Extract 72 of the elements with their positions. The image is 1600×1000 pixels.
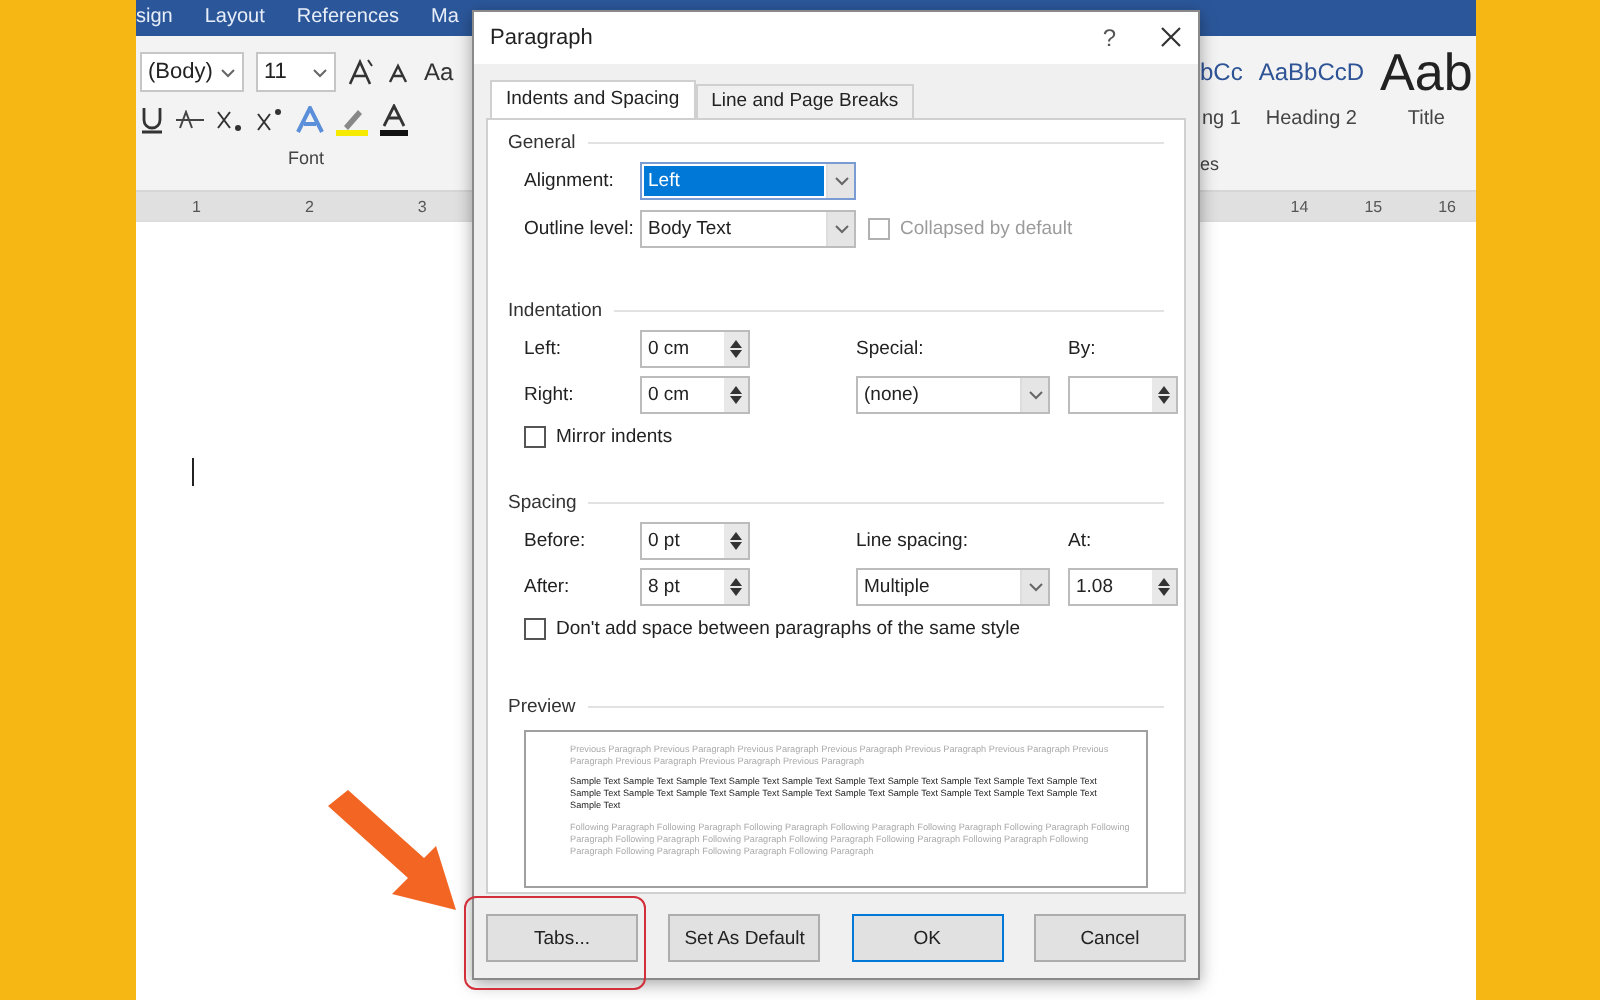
field-label: By: xyxy=(1068,337,1098,360)
dropdown[interactable]: Left xyxy=(640,161,856,200)
change-case-button[interactable]: Aa xyxy=(424,58,454,86)
field-label: Alignment: xyxy=(524,169,616,192)
caret-icon xyxy=(220,67,236,77)
field-label: After: xyxy=(524,575,572,598)
field-label: At: xyxy=(1068,529,1094,552)
dialog-tab[interactable]: Indents and Spacing xyxy=(490,79,696,118)
style-gallery-item[interactable]: Aab Title xyxy=(1380,44,1473,130)
ribbon-tab[interactable]: sign xyxy=(136,6,173,30)
grow-font-icon[interactable] xyxy=(348,58,376,86)
dropdown[interactable]: Multiple xyxy=(856,567,1050,606)
spin-buttons[interactable] xyxy=(1152,377,1176,412)
spin-field[interactable]: 8 pt xyxy=(640,567,750,606)
style-gallery-item[interactable]: bCc ng 1 xyxy=(1200,44,1243,130)
caret-icon xyxy=(1027,581,1043,592)
spin-buttons[interactable] xyxy=(724,523,748,558)
ribbon-tab[interactable]: Layout xyxy=(204,6,265,30)
dropdown[interactable]: Body Text xyxy=(640,209,856,248)
ribbon-tab[interactable]: Ma xyxy=(431,6,459,30)
field-label: Before: xyxy=(524,529,588,552)
spin-field[interactable]: 0 cm xyxy=(640,329,750,368)
checkbox-label: Don't add space between paragraphs of the same style xyxy=(556,617,1021,640)
checkbox[interactable] xyxy=(524,617,546,640)
highlighter-icon[interactable] xyxy=(336,104,368,136)
spin-field[interactable]: 0 cm xyxy=(640,375,750,414)
field-label: Outline level: xyxy=(524,217,636,240)
dialog-button[interactable]: Tabs... xyxy=(486,914,638,962)
group-label: Font xyxy=(287,148,324,168)
spin-buttons[interactable] xyxy=(724,331,748,366)
field-label: Left: xyxy=(524,337,563,360)
dialog-button[interactable]: OK xyxy=(851,914,1004,962)
shrink-font-icon[interactable] xyxy=(388,60,412,84)
caret-icon xyxy=(833,175,849,186)
spin-buttons[interactable] xyxy=(724,377,748,412)
dialog-tab[interactable]: Line and Page Breaks xyxy=(695,83,915,118)
text-effects-icon[interactable] xyxy=(296,106,324,134)
spin-buttons[interactable] xyxy=(1152,569,1176,604)
dialog-button[interactable]: Set As Default xyxy=(668,914,821,962)
superscript-icon[interactable] xyxy=(256,108,284,132)
style-gallery-item[interactable]: AaBbCcD Heading 2 xyxy=(1258,44,1365,130)
font-name-dropdown[interactable]: (Body) xyxy=(140,52,244,92)
section-heading: Preview xyxy=(508,695,576,718)
checkbox-label: Collapsed by default xyxy=(900,217,1073,240)
field-label: Special: xyxy=(856,337,926,360)
field-label: Line spacing: xyxy=(856,529,970,552)
checkbox-label: Mirror indents xyxy=(556,425,673,448)
font-size-dropdown[interactable]: 11 xyxy=(256,52,336,92)
close-icon[interactable] xyxy=(1160,26,1182,49)
underline-icon[interactable] xyxy=(140,106,164,134)
dialog-button[interactable]: Cancel xyxy=(1033,914,1186,962)
ribbon-tab[interactable]: References xyxy=(296,6,400,30)
section-heading: Indentation xyxy=(508,299,603,322)
caret-icon xyxy=(833,223,849,234)
dropdown[interactable]: (none) xyxy=(856,375,1050,414)
caret-icon xyxy=(312,67,328,77)
section-heading: General xyxy=(508,131,576,154)
caret-icon xyxy=(1027,389,1043,400)
group-label: es xyxy=(1200,154,1220,174)
spin-buttons[interactable] xyxy=(724,569,748,604)
spin-field[interactable]: 1.08 xyxy=(1068,567,1178,606)
checkbox[interactable] xyxy=(524,425,546,448)
dialog-title: Paragraph xyxy=(490,25,593,50)
font-color-icon[interactable] xyxy=(380,104,408,136)
strikethrough-icon[interactable] xyxy=(176,110,204,130)
field-label: Right: xyxy=(524,383,576,406)
text-cursor xyxy=(192,458,194,486)
spin-field[interactable] xyxy=(1068,375,1178,414)
spin-field[interactable]: 0 pt xyxy=(640,521,750,560)
section-heading: Spacing xyxy=(508,491,577,514)
subscript-icon[interactable] xyxy=(216,108,244,132)
help-button[interactable]: ? xyxy=(1102,23,1116,52)
